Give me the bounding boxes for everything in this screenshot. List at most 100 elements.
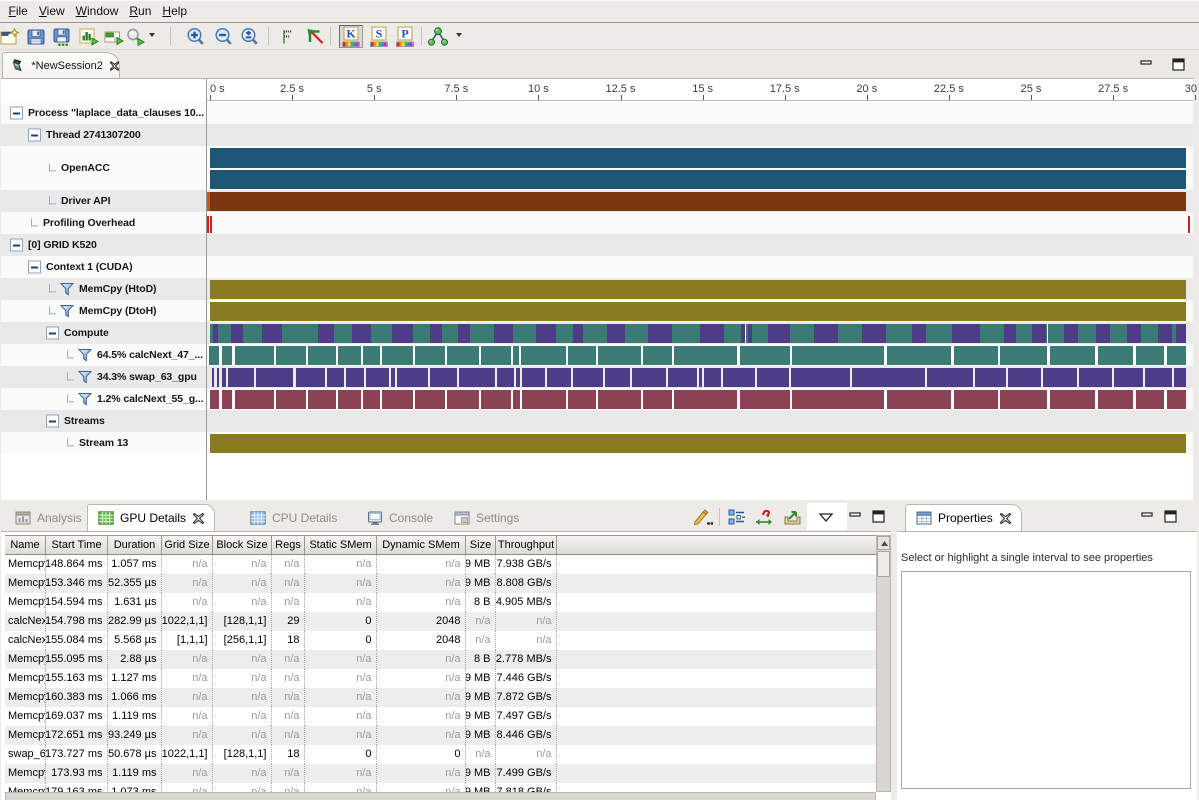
timeline-interval[interactable] bbox=[481, 346, 511, 365]
column-header-duration[interactable]: Duration bbox=[108, 536, 162, 554]
timeline-interval[interactable] bbox=[1000, 390, 1047, 409]
timeline-row-label[interactable]: MemCpy (HtoD) bbox=[79, 283, 156, 295]
timeline-interval[interactable] bbox=[704, 368, 721, 387]
timeline-interval[interactable] bbox=[513, 390, 520, 409]
timeline-interval[interactable] bbox=[887, 346, 951, 365]
filter-funnel-icon[interactable] bbox=[78, 393, 91, 406]
edit-columns-icon[interactable] bbox=[693, 509, 713, 526]
timeline-row-label[interactable]: Driver API bbox=[61, 195, 110, 207]
stream-coloring-button[interactable]: S bbox=[367, 25, 391, 48]
timeline-interval[interactable] bbox=[700, 324, 724, 343]
timeline-interval[interactable] bbox=[276, 346, 306, 365]
gpu-details-table[interactable]: NameStart TimeDurationGrid SizeBlock Siz… bbox=[5, 535, 876, 792]
timeline-interval[interactable] bbox=[674, 390, 737, 409]
zoom-fit-button[interactable] bbox=[238, 25, 262, 48]
timeline-interval[interactable] bbox=[1047, 324, 1048, 343]
timeline-interval[interactable] bbox=[598, 390, 641, 409]
timeline-interval[interactable] bbox=[740, 390, 790, 409]
tab-gpu-details[interactable]: GPU Details bbox=[87, 504, 215, 531]
timeline-interval[interactable] bbox=[276, 390, 306, 409]
close-icon[interactable] bbox=[1000, 513, 1011, 524]
filter-funnel-icon[interactable] bbox=[60, 283, 73, 296]
timeline-interval[interactable] bbox=[497, 368, 514, 387]
collapse-expander-icon[interactable] bbox=[10, 239, 23, 252]
timeline-interval[interactable] bbox=[643, 346, 672, 365]
timeline-interval[interactable] bbox=[674, 346, 737, 365]
timeline-interval[interactable] bbox=[952, 324, 980, 343]
timeline-interval[interactable] bbox=[927, 368, 973, 387]
timeline-interval[interactable] bbox=[415, 346, 445, 365]
tab-console[interactable]: Console bbox=[361, 504, 439, 531]
table-row[interactable]: Memcpy HtoD [async]169.037 ms1.119 msn/a… bbox=[5, 707, 876, 726]
timeline-interval[interactable] bbox=[1136, 346, 1164, 365]
table-row[interactable]: Memcpy HtoD [async]173.93 ms1.119 msn/an… bbox=[5, 764, 876, 783]
minimize-icon[interactable] bbox=[1141, 510, 1154, 523]
timeline-interval[interactable] bbox=[1050, 390, 1095, 409]
zoom-in-button[interactable] bbox=[184, 25, 208, 48]
collapse-expander-icon[interactable] bbox=[46, 415, 59, 428]
minimize-icon[interactable] bbox=[849, 510, 862, 523]
close-icon[interactable] bbox=[110, 60, 119, 72]
timeline-interval[interactable] bbox=[632, 368, 666, 387]
column-header-size[interactable]: Size bbox=[466, 536, 496, 554]
timeline-interval[interactable] bbox=[1127, 324, 1141, 343]
timeline-interval[interactable] bbox=[1136, 390, 1164, 409]
menu-file[interactable]: File bbox=[3, 1, 33, 22]
free-camera-button[interactable] bbox=[124, 25, 148, 48]
timeline-interval[interactable] bbox=[757, 368, 789, 387]
timeline-interval[interactable] bbox=[1096, 324, 1110, 343]
timeline-interval[interactable] bbox=[1114, 368, 1143, 387]
timeline-interval[interactable] bbox=[256, 368, 293, 387]
timeline-interval[interactable] bbox=[1032, 324, 1046, 343]
timeline-interval[interactable] bbox=[568, 390, 596, 409]
scroll-up-button[interactable] bbox=[877, 536, 890, 550]
prev-marker-button[interactable] bbox=[275, 25, 299, 48]
timeline-interval[interactable] bbox=[494, 324, 513, 343]
timeline-interval[interactable] bbox=[748, 324, 752, 343]
timeline-interval[interactable] bbox=[210, 216, 212, 233]
vertical-scrollbar[interactable] bbox=[876, 535, 891, 792]
timeline-interval[interactable] bbox=[1050, 346, 1095, 365]
timeline-interval[interactable] bbox=[740, 346, 790, 365]
timeline-row-label[interactable]: Profiling Overhead bbox=[43, 217, 135, 229]
table-row[interactable]: Memcpy HtoD [async]160.383 ms1.066 msn/a… bbox=[5, 688, 876, 707]
timeline-interval[interactable] bbox=[699, 368, 702, 387]
timeline-row-label[interactable]: Streams bbox=[64, 415, 105, 427]
timeline-interval[interactable] bbox=[1043, 368, 1077, 387]
timeline-interval[interactable] bbox=[1000, 346, 1047, 365]
timeline-row-label[interactable]: 34.3% swap_63_gpu bbox=[97, 371, 197, 383]
timeline-interval[interactable] bbox=[296, 368, 325, 387]
timeline-interval[interactable] bbox=[792, 390, 884, 409]
export-details-icon[interactable] bbox=[783, 509, 803, 527]
filter-funnel-icon[interactable] bbox=[60, 305, 73, 318]
collapse-expander-icon[interactable] bbox=[46, 327, 59, 340]
timeline-interval[interactable] bbox=[1145, 368, 1172, 387]
timeline-interval[interactable] bbox=[363, 390, 380, 409]
timeline-interval[interactable] bbox=[643, 390, 672, 409]
timeline-interval[interactable] bbox=[605, 368, 630, 387]
table-row[interactable]: calcNext_47_gpu154.798 ms282.99 µs[1022,… bbox=[5, 612, 876, 631]
new-session-button[interactable] bbox=[0, 25, 22, 48]
timeline-interval[interactable] bbox=[954, 346, 998, 365]
timeline-row-label[interactable]: OpenACC bbox=[61, 162, 110, 174]
timeline-interval[interactable] bbox=[648, 324, 672, 343]
timeline-interval[interactable] bbox=[1098, 390, 1133, 409]
timeline-interval[interactable] bbox=[231, 324, 243, 343]
collapse-expander-icon[interactable] bbox=[10, 107, 23, 120]
collapse-expander-icon[interactable] bbox=[28, 261, 41, 274]
timeline-interval[interactable] bbox=[954, 390, 998, 409]
timeline-interval[interactable] bbox=[522, 368, 545, 387]
timeline-interval[interactable] bbox=[887, 390, 951, 409]
timeline-row-label[interactable]: MemCpy (DtoH) bbox=[79, 305, 156, 317]
timeline-interval[interactable] bbox=[536, 324, 556, 343]
timeline-interval[interactable] bbox=[791, 368, 850, 387]
timeline-interval[interactable] bbox=[522, 390, 566, 409]
timeline-interval[interactable] bbox=[210, 170, 1186, 189]
timeline-row-label[interactable]: Stream 13 bbox=[79, 437, 128, 449]
timeline-interval[interactable] bbox=[392, 324, 413, 343]
timeline-interval[interactable] bbox=[768, 324, 790, 343]
timeline-interval[interactable] bbox=[217, 368, 219, 387]
filter-funnel-icon[interactable] bbox=[78, 349, 91, 362]
timeline-interval[interactable] bbox=[568, 346, 596, 365]
timeline-interval[interactable] bbox=[1167, 346, 1186, 365]
